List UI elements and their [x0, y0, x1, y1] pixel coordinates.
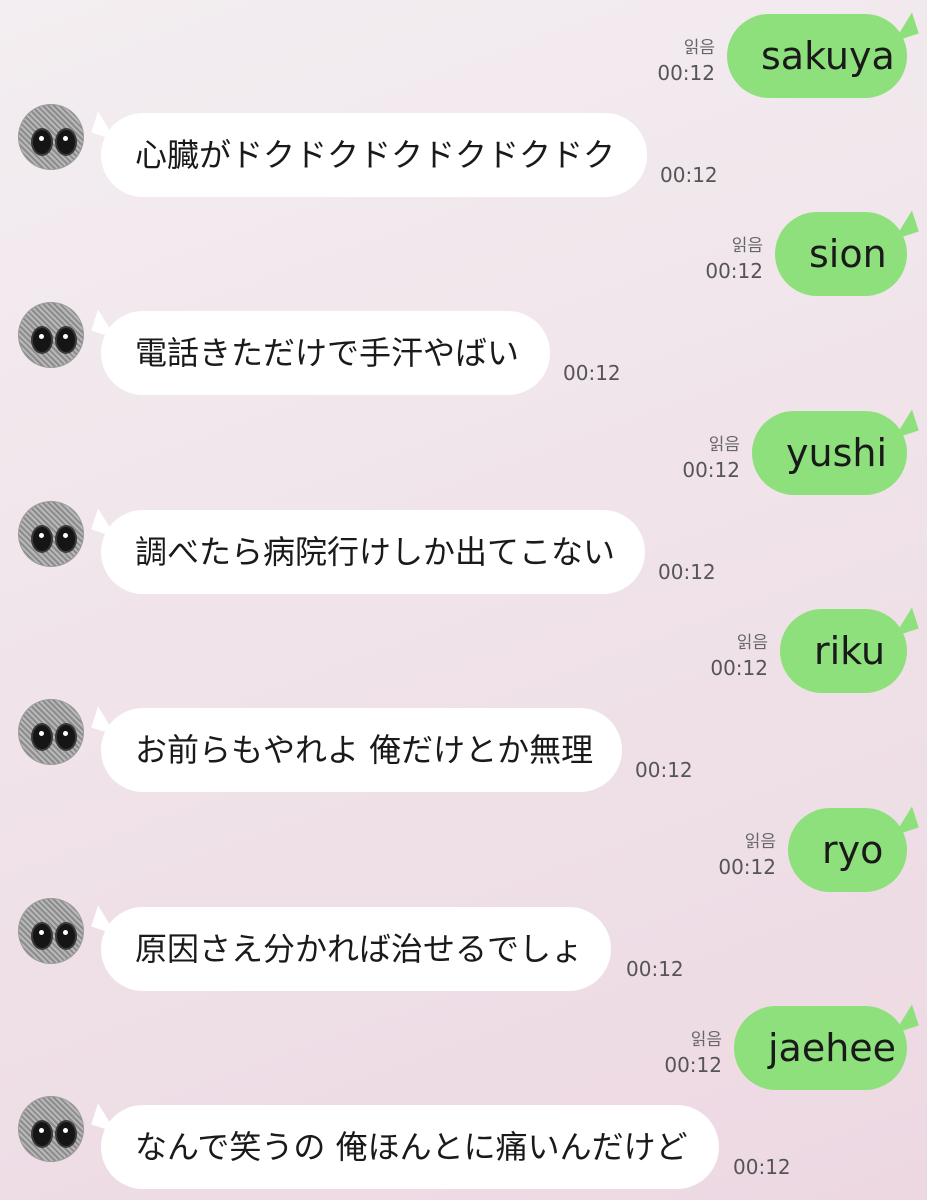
- read-receipt: 읽음: [683, 38, 715, 58]
- message-bubble[interactable]: 原因さえ分かれば治せるでしょ: [101, 907, 611, 991]
- read-receipt: 읽음: [736, 633, 768, 653]
- message-meta: 읽음 00:12: [664, 1028, 722, 1078]
- avatar-icon[interactable]: [18, 1096, 84, 1162]
- avatar-icon[interactable]: [18, 699, 84, 765]
- message-time: 00:12: [658, 560, 716, 584]
- message-time: 00:12: [626, 957, 684, 981]
- avatar-icon[interactable]: [18, 501, 84, 567]
- message-meta: 읽음 00:12: [682, 433, 740, 483]
- message-time: 00:12: [710, 656, 768, 680]
- message-bubble[interactable]: sion: [775, 212, 907, 296]
- read-receipt: 읽음: [708, 435, 740, 455]
- chat-view[interactable]: sakuya 읽음 00:12 心臓がドクドクドクドクドクドク 00:12 si…: [0, 0, 927, 1200]
- message-bubble[interactable]: 心臓がドクドクドクドクドクドク: [101, 113, 647, 197]
- avatar-icon[interactable]: [18, 898, 84, 964]
- message-time: 00:12: [733, 1155, 791, 1179]
- read-receipt: 읽음: [744, 832, 776, 852]
- message-time: 00:12: [660, 163, 718, 187]
- message-bubble[interactable]: jaehee: [734, 1006, 907, 1090]
- message-meta: 읽음 00:12: [657, 36, 715, 86]
- message-bubble[interactable]: お前らもやれよ 俺だけとか無理: [101, 708, 622, 792]
- message-time: 00:12: [718, 855, 776, 879]
- message-bubble[interactable]: yushi: [752, 411, 907, 495]
- message-meta: 읽음 00:12: [718, 830, 776, 880]
- message-bubble[interactable]: riku: [780, 609, 907, 693]
- avatar-icon[interactable]: [18, 104, 84, 170]
- message-bubble[interactable]: 電話きただけで手汗やばい: [101, 311, 550, 395]
- read-receipt: 읽음: [731, 236, 763, 256]
- message-time: 00:12: [635, 758, 693, 782]
- message-time: 00:12: [682, 458, 740, 482]
- message-meta: 읽음 00:12: [710, 631, 768, 681]
- message-time: 00:12: [563, 361, 621, 385]
- read-receipt: 읽음: [690, 1030, 722, 1050]
- message-bubble[interactable]: ryo: [788, 808, 907, 892]
- avatar-icon[interactable]: [18, 302, 84, 368]
- message-bubble[interactable]: 調べたら病院行けしか出てこない: [101, 510, 645, 594]
- message-bubble[interactable]: sakuya: [727, 14, 907, 98]
- message-time: 00:12: [664, 1053, 722, 1077]
- message-time: 00:12: [657, 61, 715, 85]
- message-bubble[interactable]: なんで笑うの 俺ほんとに痛いんだけど: [101, 1105, 719, 1189]
- message-meta: 읽음 00:12: [705, 234, 763, 284]
- message-time: 00:12: [705, 259, 763, 283]
